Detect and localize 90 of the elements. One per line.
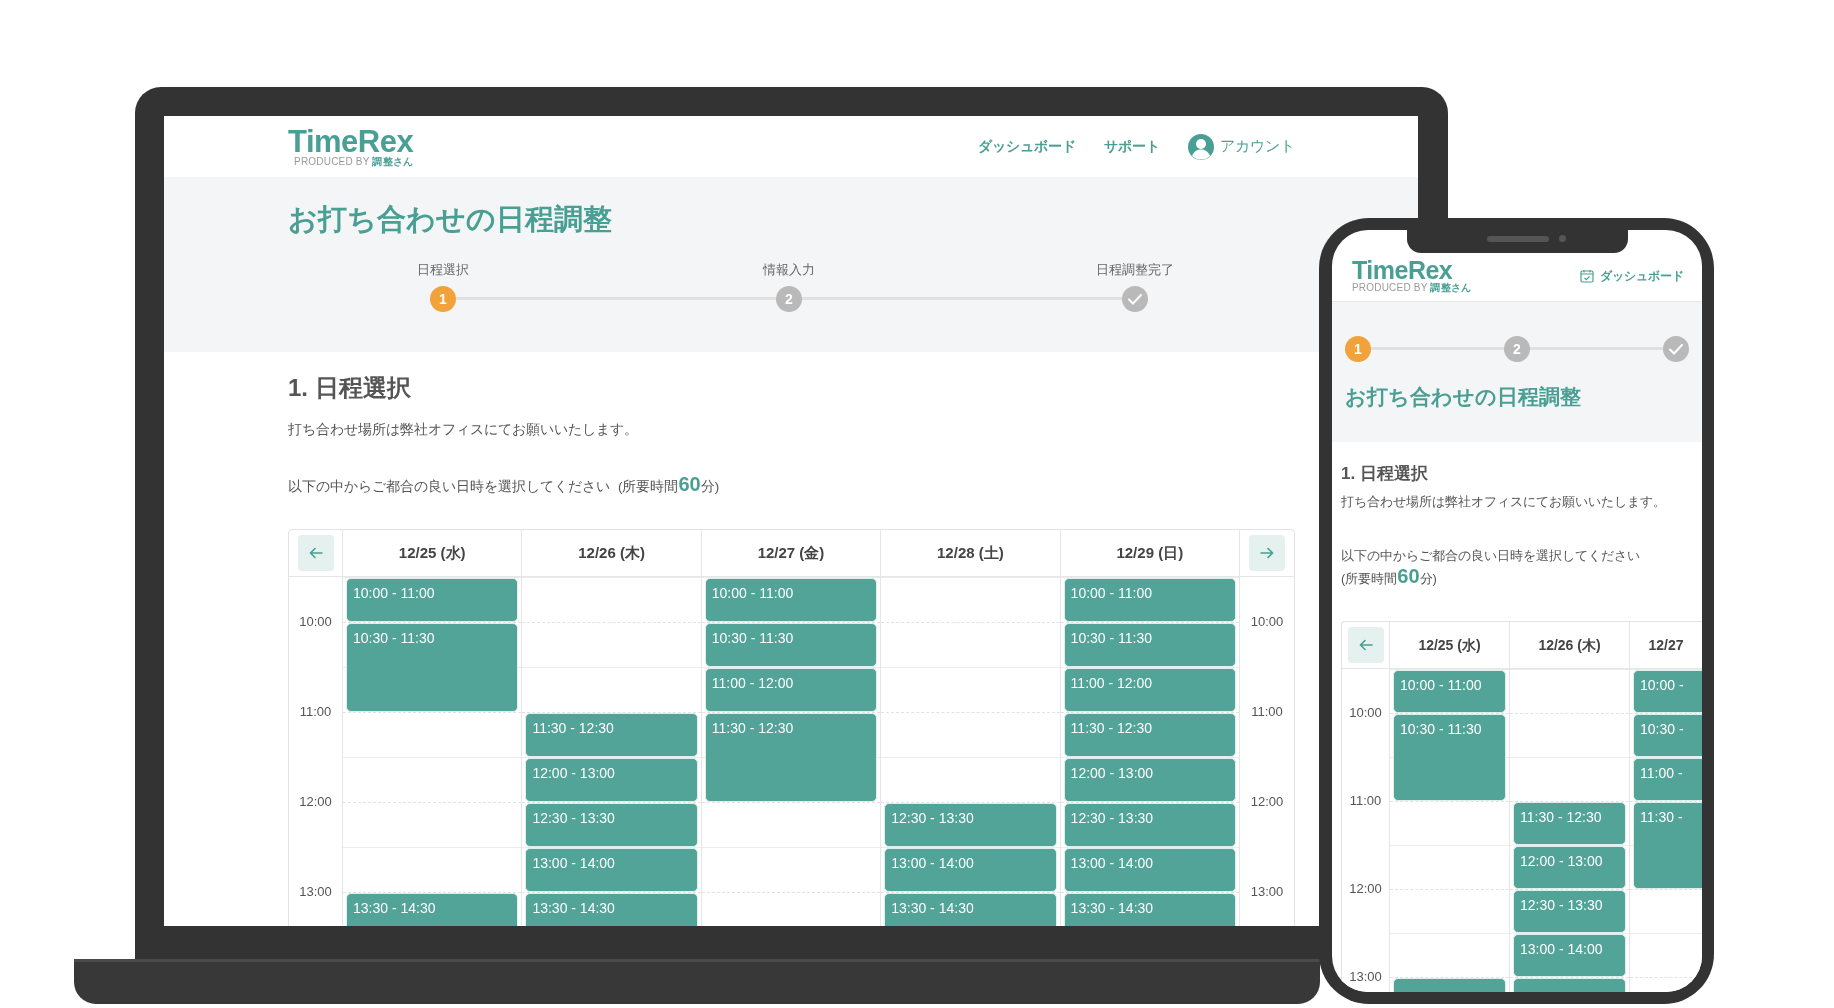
day-header: 12/25 (水): [1390, 622, 1510, 669]
time-label: 10:00: [1349, 704, 1382, 723]
step-marker: 1: [430, 286, 456, 312]
time-slot-button[interactable]: 11:30 - 12:30: [704, 713, 878, 802]
time-slot-button[interactable]: 13:00 - 14:00: [1063, 848, 1236, 892]
time-label: 10:00: [299, 613, 332, 632]
time-slot-button[interactable]: 12:30 - 13:30: [884, 803, 1057, 847]
time-slot-button[interactable]: 11:30 - 12:30: [1063, 713, 1236, 757]
dashboard-link[interactable]: ダッシュボード: [1580, 266, 1684, 285]
day-header: 12/28 (土): [881, 530, 1061, 577]
duration-text: (所要時間60分): [618, 474, 720, 497]
time-slot-button[interactable]: 11:30 - 12:30: [1513, 802, 1626, 845]
nav-link[interactable]: サポート: [1104, 136, 1160, 157]
time-slot-button[interactable]: 13:30 - 14:30: [346, 893, 519, 926]
day-header: 12/25 (水): [343, 530, 523, 577]
section-heading: 1. 日程選択: [1341, 463, 1429, 485]
time-slot-button[interactable]: 12:30 - 13:30: [1063, 803, 1236, 847]
time-slot-button[interactable]: 12:00 - 13:00: [1063, 758, 1236, 802]
time-slot-button[interactable]: 10:30 - 11:30: [704, 623, 878, 667]
time-label: 12:00: [1349, 880, 1382, 899]
arrow-left-icon: [1358, 639, 1373, 651]
time-slot-button[interactable]: 13:00 - 14:00: [884, 848, 1057, 892]
time-slot-button[interactable]: 13:30 - 14:30: [525, 893, 698, 926]
instruction-text: 以下の中からご都合の良い日時を選択してください: [1341, 547, 1641, 565]
time-label: 11:00: [1349, 792, 1382, 811]
speaker-grille: [1487, 236, 1549, 242]
day-header: 12/26 (木): [522, 530, 702, 577]
account-link[interactable]: アカウント: [1188, 133, 1295, 160]
time-slot-button[interactable]: 12:30 - 13:30: [525, 803, 698, 847]
time-slot-button[interactable]: 11:00 -: [1633, 758, 1702, 801]
day-header: 12/27 (金): [701, 530, 882, 577]
time-slot-button[interactable]: 11:30 - 12:30: [525, 713, 698, 757]
time-slot-button[interactable]: 10:00 - 11:00: [346, 578, 519, 622]
time-slot-button[interactable]: 11:00 - 12:00: [1063, 668, 1236, 712]
step-marker: 2: [776, 286, 802, 312]
time-label: 13:00: [299, 883, 332, 902]
previous-week-button[interactable]: [1347, 627, 1384, 663]
time-slot-button[interactable]: 10:00 - 11:00: [1393, 670, 1506, 713]
check-icon: [1128, 293, 1142, 305]
user-avatar-icon: [1188, 133, 1214, 160]
time-slot-button[interactable]: 10:30 - 11:30: [1063, 623, 1236, 667]
step-label: 日程選択: [417, 261, 469, 279]
arrow-right-icon: [1260, 547, 1274, 559]
time-slot-button[interactable]: 13:00 - 14:00: [525, 848, 698, 892]
time-slot-button[interactable]: 10:30 -: [1633, 714, 1702, 757]
time-label: 12:00: [1250, 793, 1284, 812]
time-slot-button[interactable]: 10:00 - 11:00: [704, 578, 878, 622]
page-title: お打ち合わせの日程調整: [288, 202, 613, 237]
day-header: 12/29 (日): [1060, 530, 1240, 577]
time-slot-button[interactable]: 13:00 - 14:00: [1513, 934, 1626, 977]
logo-tagline: PRODUCED BY 調整さん: [1352, 283, 1472, 293]
arrow-left-icon: [308, 547, 323, 559]
time-label: 11:00: [1251, 703, 1283, 722]
time-slot-button[interactable]: 10:00 -: [1633, 670, 1702, 713]
time-slot-button[interactable]: 13:30 - 14:30: [884, 893, 1057, 926]
section-heading: 1. 日程選択: [288, 373, 412, 403]
time-slot-button[interactable]: 11:30 -: [1633, 802, 1702, 889]
logo-tagline: PRODUCED BY 調整さん: [293, 157, 414, 167]
step-label: 情報入力: [763, 261, 815, 279]
nav-link[interactable]: ダッシュボード: [978, 136, 1076, 157]
time-slot-button[interactable]: 10:30 - 11:30: [346, 623, 519, 712]
day-header: 12/27: [1630, 622, 1702, 669]
time-label: 13:00: [1349, 968, 1382, 987]
time-slot-button[interactable]: 11:00 - 12:00: [704, 668, 878, 712]
previous-week-button[interactable]: [297, 535, 334, 571]
calendar-icon: [1580, 268, 1594, 283]
time-label: 11:00: [299, 703, 332, 722]
camera-dot: [1559, 235, 1566, 242]
time-slot-button[interactable]: 12:30 - 13:30: [1513, 890, 1626, 933]
time-slot-button[interactable]: 12:00 - 13:00: [525, 758, 698, 802]
time-label: 13:00: [1250, 883, 1284, 902]
instruction-text: 以下の中からご都合の良い日時を選択してください: [288, 478, 610, 496]
step-label: 日程調整完了: [1096, 261, 1174, 279]
location-note: 打ち合わせ場所は弊社オフィスにてお願いいたします。: [288, 421, 639, 439]
time-label: 10:00: [1250, 613, 1284, 632]
day-header: 12/26 (木): [1510, 622, 1630, 669]
location-note: 打ち合わせ場所は弊社オフィスにてお願いいたします。: [1341, 493, 1667, 511]
duration-text: (所要時間60分): [1341, 566, 1438, 589]
step-marker: 2: [1504, 336, 1530, 362]
logo[interactable]: TimeRex: [1352, 258, 1472, 283]
time-label: 12:00: [299, 793, 332, 812]
page-title: お打ち合わせの日程調整: [1345, 384, 1582, 410]
check-icon: [1669, 343, 1683, 355]
next-week-button[interactable]: [1249, 535, 1285, 571]
step-marker: 1: [1345, 336, 1371, 362]
time-slot-button[interactable]: 13:30 - 14:30: [1063, 893, 1236, 926]
time-slot-button[interactable]: 10:30 - 11:30: [1393, 714, 1506, 801]
time-slot-button[interactable]: 12:00 - 13:00: [1513, 846, 1626, 889]
time-slot-button[interactable]: 10:00 - 11:00: [1063, 578, 1236, 622]
logo[interactable]: TimeRex: [288, 126, 414, 157]
